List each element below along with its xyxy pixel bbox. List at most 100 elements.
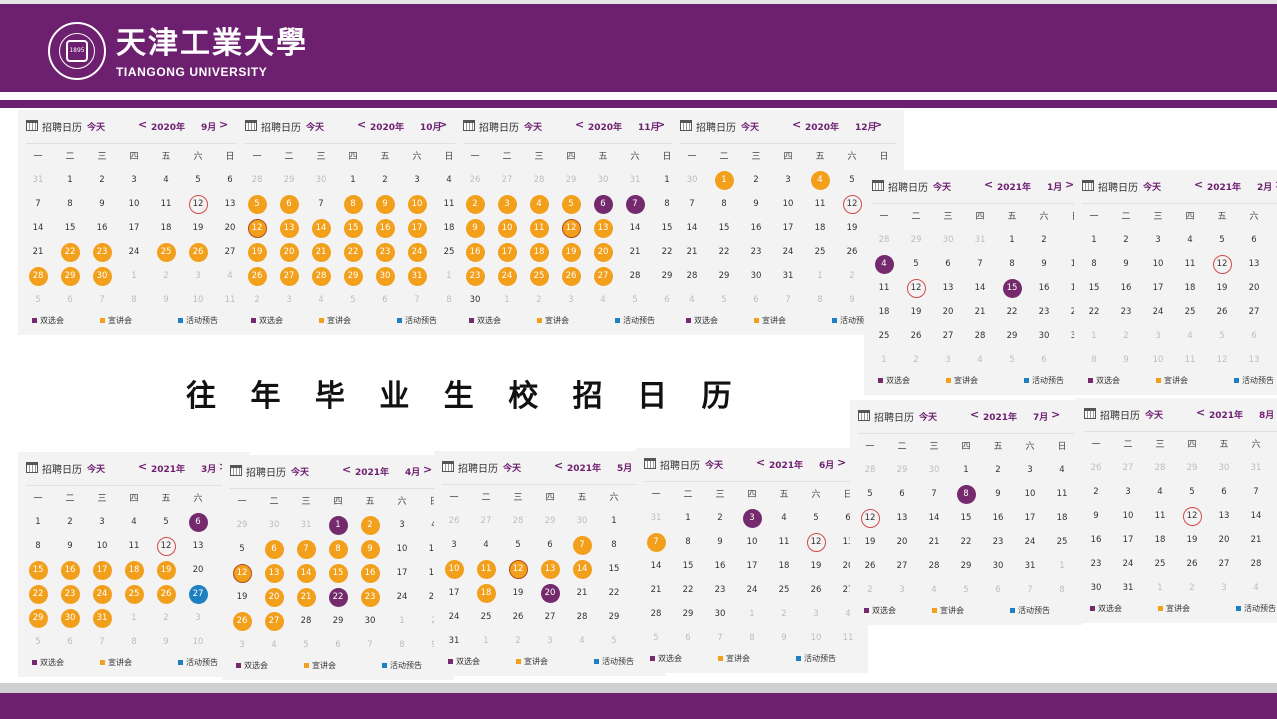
day-cell[interactable]: 30 [932, 228, 964, 252]
day-cell[interactable]: 19 [150, 558, 182, 582]
day-cell[interactable]: 28 [619, 264, 651, 288]
day-cell[interactable]: 29 [337, 264, 369, 288]
day-cell[interactable]: 12 [555, 216, 587, 240]
day-cell[interactable]: 19 [241, 240, 273, 264]
day-cell[interactable]: 7 [619, 192, 651, 216]
today-button[interactable]: 今天 [87, 462, 105, 475]
day-cell[interactable]: 26 [459, 168, 491, 192]
day-cell[interactable]: 6 [982, 578, 1014, 602]
day-cell[interactable]: 29 [54, 264, 86, 288]
day-cell[interactable]: 15 [996, 276, 1028, 300]
day-cell[interactable]: 18 [118, 558, 150, 582]
prev-month-button[interactable]: < [970, 408, 979, 421]
day-cell[interactable]: 19 [226, 585, 258, 609]
day-cell[interactable]: 18 [868, 300, 900, 324]
today-button[interactable]: 今天 [291, 465, 309, 478]
day-cell[interactable]: 24 [401, 240, 433, 264]
day-cell[interactable]: 2 [354, 513, 386, 537]
day-cell[interactable]: 6 [54, 630, 86, 654]
day-cell[interactable]: 16 [459, 240, 491, 264]
day-cell[interactable]: 27 [182, 582, 214, 606]
day-cell[interactable]: 24 [438, 605, 470, 629]
day-cell[interactable]: 9 [369, 192, 401, 216]
day-cell[interactable]: 29 [886, 458, 918, 482]
day-cell[interactable]: 20 [534, 581, 566, 605]
day-cell[interactable]: 3 [273, 288, 305, 312]
day-cell[interactable]: 17 [772, 216, 804, 240]
day-cell[interactable]: 31 [772, 264, 804, 288]
day-cell[interactable]: 29 [1176, 456, 1208, 480]
day-cell[interactable]: 1 [950, 458, 982, 482]
day-cell[interactable]: 15 [54, 216, 86, 240]
day-cell[interactable]: 3 [1142, 324, 1174, 348]
prev-month-button[interactable]: < [792, 118, 801, 131]
day-cell[interactable]: 1 [470, 629, 502, 653]
day-cell[interactable]: 2 [523, 288, 555, 312]
day-cell[interactable]: 2 [1110, 228, 1142, 252]
day-cell[interactable]: 23 [54, 582, 86, 606]
day-cell[interactable]: 3 [1112, 480, 1144, 504]
day-cell[interactable]: 10 [1142, 348, 1174, 372]
prev-month-button[interactable]: < [984, 178, 993, 191]
day-cell[interactable]: 17 [736, 554, 768, 578]
day-cell[interactable]: 11 [868, 276, 900, 300]
day-cell[interactable]: 18 [804, 216, 836, 240]
day-cell[interactable]: 2 [1110, 324, 1142, 348]
day-cell[interactable]: 5 [900, 252, 932, 276]
day-cell[interactable]: 24 [1112, 552, 1144, 576]
day-cell[interactable]: 7 [86, 630, 118, 654]
day-cell[interactable]: 16 [740, 216, 772, 240]
day-cell[interactable]: 3 [491, 192, 523, 216]
day-cell[interactable]: 10 [1142, 252, 1174, 276]
day-cell[interactable]: 27 [534, 605, 566, 629]
day-cell[interactable]: 26 [502, 605, 534, 629]
day-cell[interactable]: 7 [704, 626, 736, 650]
day-cell[interactable]: 14 [619, 216, 651, 240]
day-cell[interactable]: 11 [470, 557, 502, 581]
day-cell[interactable]: 5 [22, 630, 54, 654]
today-button[interactable]: 今天 [306, 120, 324, 133]
day-cell[interactable]: 13 [1238, 252, 1270, 276]
day-cell[interactable]: 29 [22, 606, 54, 630]
day-cell[interactable]: 1 [1272, 456, 1277, 480]
day-cell[interactable]: 31 [438, 629, 470, 653]
day-cell[interactable]: 16 [1028, 276, 1060, 300]
day-cell[interactable]: 10 [386, 537, 418, 561]
day-cell[interactable]: 7 [676, 192, 708, 216]
next-month-button[interactable]: > [219, 118, 228, 131]
day-cell[interactable]: 3 [555, 288, 587, 312]
day-cell[interactable]: 11 [1174, 252, 1206, 276]
day-cell[interactable]: 25 [1144, 552, 1176, 576]
day-cell[interactable]: 30 [86, 264, 118, 288]
day-cell[interactable]: 3 [1208, 576, 1240, 600]
day-cell[interactable]: 22 [337, 240, 369, 264]
day-cell[interactable]: 4 [1174, 228, 1206, 252]
day-cell[interactable]: 30 [566, 509, 598, 533]
prev-month-button[interactable]: < [575, 118, 584, 131]
day-cell[interactable]: 1 [708, 168, 740, 192]
day-cell[interactable]: 12 [800, 530, 832, 554]
day-cell[interactable]: 8 [54, 192, 86, 216]
prev-month-button[interactable]: < [756, 456, 765, 469]
day-cell[interactable]: 28 [1144, 456, 1176, 480]
day-cell[interactable]: 19 [1206, 276, 1238, 300]
day-cell[interactable]: 1 [491, 288, 523, 312]
next-month-button[interactable]: > [837, 456, 846, 469]
day-cell[interactable]: 26 [800, 578, 832, 602]
day-cell[interactable]: 12 [241, 216, 273, 240]
day-cell[interactable]: 28 [640, 602, 672, 626]
day-cell[interactable]: 28 [854, 458, 886, 482]
day-cell[interactable]: 21 [22, 240, 54, 264]
day-cell[interactable]: 9 [150, 630, 182, 654]
prev-month-button[interactable]: < [1196, 406, 1205, 419]
day-cell[interactable]: 10 [772, 192, 804, 216]
day-cell[interactable]: 30 [740, 264, 772, 288]
day-cell[interactable]: 18 [768, 554, 800, 578]
day-cell[interactable]: 31 [22, 168, 54, 192]
day-cell[interactable]: 11 [523, 216, 555, 240]
day-cell[interactable]: 1 [118, 264, 150, 288]
day-cell[interactable]: 4 [566, 629, 598, 653]
day-cell[interactable]: 3 [800, 602, 832, 626]
day-cell[interactable]: 3 [118, 168, 150, 192]
day-cell[interactable]: 1 [386, 609, 418, 633]
